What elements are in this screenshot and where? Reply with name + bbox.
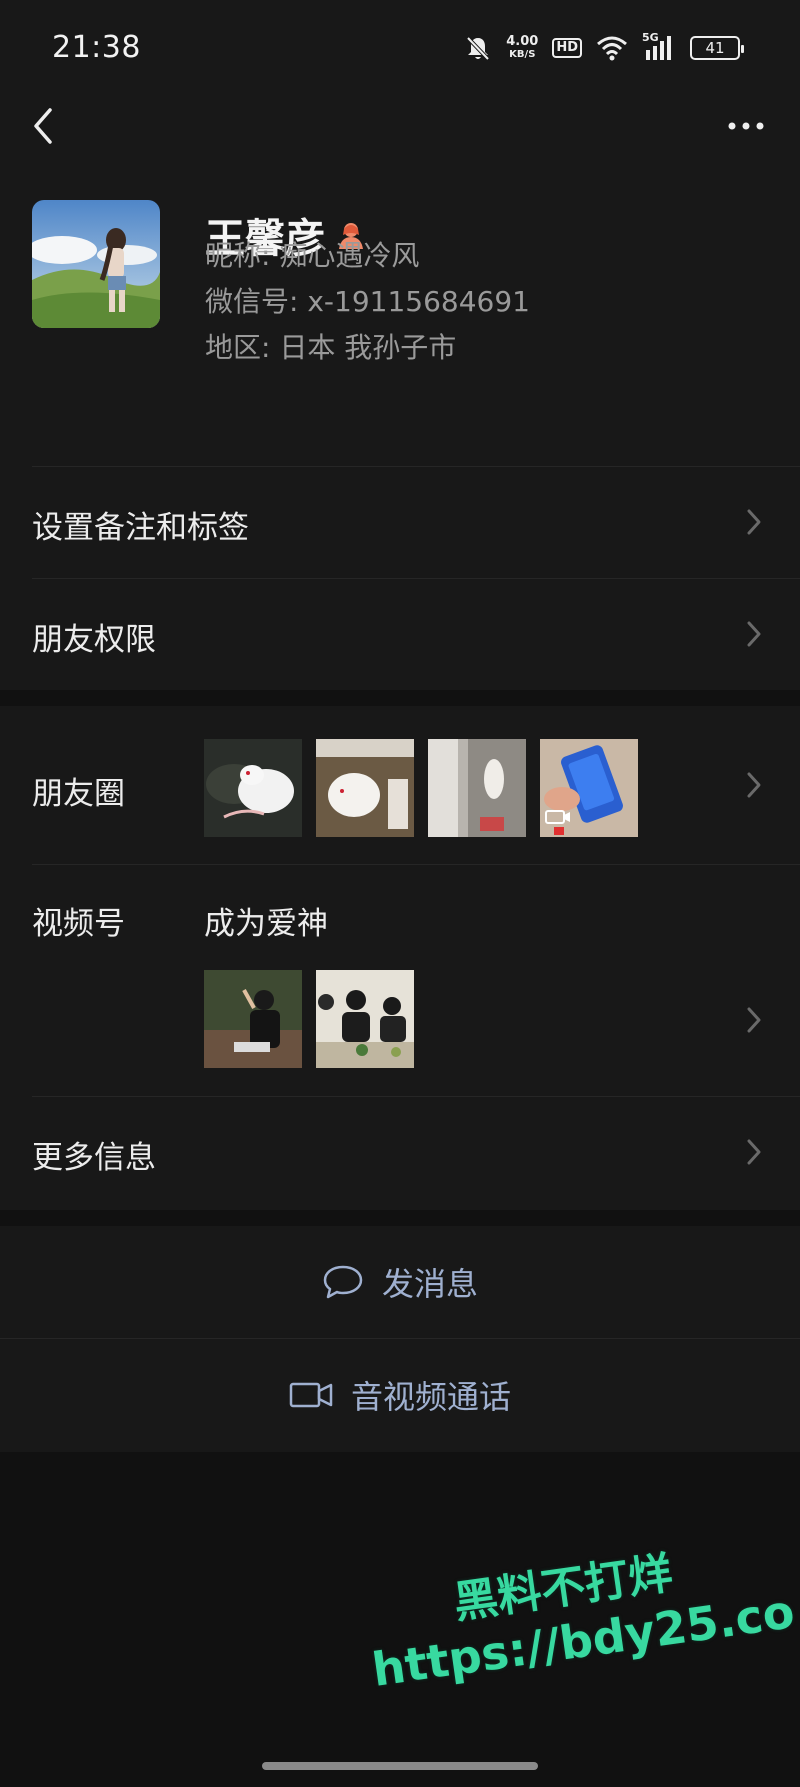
network-speed-value: 4.00 (506, 34, 539, 49)
channels-thumb-1 (204, 970, 302, 1068)
cellular-signal: 5G (642, 31, 676, 62)
channels-label: 视频号 (32, 906, 125, 942)
remark-label: 设置备注和标签 (32, 510, 249, 546)
actions-section: 发消息 音视频通话 (0, 1226, 800, 1452)
content-section: 朋友圈 视频号 成为爱神 更多信息 (0, 706, 800, 1210)
chevron-right-icon (747, 772, 761, 798)
wifi-icon (597, 36, 627, 61)
chevron-right-icon (747, 1139, 761, 1165)
chevron-right-icon (747, 509, 761, 535)
nickname: 昵称: 痴心遇冷风 (205, 239, 420, 272)
moments-thumb-1 (204, 739, 302, 837)
chevron-right-icon (747, 1007, 761, 1033)
mute-bell-icon (466, 36, 490, 61)
moments-label: 朋友圈 (32, 776, 125, 812)
chat-bubble-icon (323, 1265, 363, 1299)
hd-badge: HD (552, 38, 582, 58)
region: 地区: 日本 我孙子市 (205, 331, 457, 364)
battery-indicator: 41 (690, 36, 744, 60)
remark-row[interactable]: 设置备注和标签 (0, 466, 800, 578)
send-message-label: 发消息 (381, 1265, 478, 1303)
network-speed: 4.00 KB/S (506, 35, 538, 61)
profile-header: 王馨彦 昵称: 痴心遇冷风 微信号: x-19115684691 地区: 日本 … (0, 176, 800, 466)
status-time: 21:38 (52, 30, 141, 65)
more-info-row[interactable]: 更多信息 (0, 1096, 800, 1208)
back-arrow-icon[interactable] (24, 102, 64, 150)
channels-title: 成为爱神 (204, 906, 328, 942)
video-call-label: 音视频通话 (350, 1378, 511, 1416)
signal-bars-icon (646, 36, 671, 60)
more-info-label: 更多信息 (32, 1140, 156, 1176)
network-speed-unit: KB/S (509, 49, 536, 60)
battery-level: 41 (705, 39, 725, 57)
avatar[interactable] (32, 200, 160, 328)
moments-row[interactable]: 朋友圈 (0, 706, 800, 864)
settings-section: 设置备注和标签 朋友权限 (0, 466, 800, 690)
home-indicator[interactable] (262, 1762, 538, 1770)
watermark: 黑料不打烊 https://bdy25.co (360, 1521, 798, 1697)
permissions-label: 朋友权限 (32, 622, 156, 658)
moments-thumb-3 (428, 739, 526, 837)
avatar-image (32, 200, 160, 328)
video-call-button[interactable]: 音视频通话 (0, 1338, 800, 1452)
moments-thumb-4 (540, 739, 638, 837)
send-message-button[interactable]: 发消息 (0, 1226, 800, 1338)
wechat-id: 微信号: x-19115684691 (205, 285, 530, 318)
more-options-icon[interactable] (722, 102, 770, 150)
moments-thumb-2 (316, 739, 414, 837)
channels-thumb-2 (316, 970, 414, 1068)
channels-row[interactable]: 视频号 成为爱神 (0, 864, 800, 1096)
chevron-right-icon (747, 621, 761, 647)
nav-bar (0, 96, 800, 176)
status-bar: 21:38 4.00 KB/S HD 5G 41 (0, 0, 800, 96)
video-camera-icon (289, 1382, 333, 1408)
permissions-row[interactable]: 朋友权限 (0, 578, 800, 690)
status-icons: 4.00 KB/S HD 5G 41 (464, 30, 744, 66)
